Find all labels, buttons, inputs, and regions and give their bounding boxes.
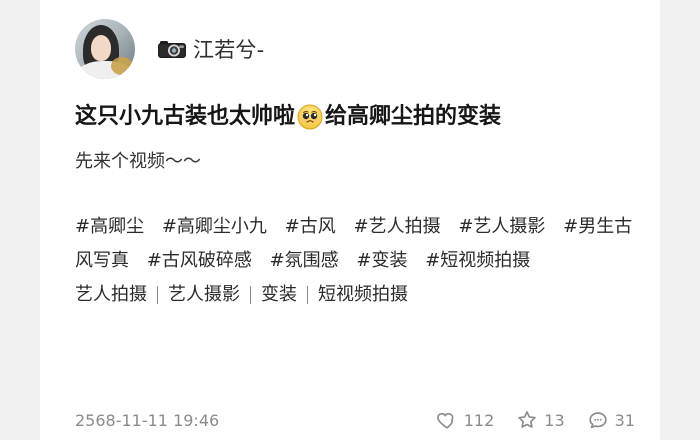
heart-icon (436, 409, 458, 431)
author-name[interactable]: 江若兮- (193, 34, 264, 64)
post-footer: 2568-11-11 19:46 112 13 31 (75, 406, 635, 434)
favorite-count: 13 (544, 410, 565, 430)
link-separator (307, 286, 308, 304)
topic-link-transformation[interactable]: 变装 (261, 278, 297, 312)
post-title-text-2: 给高卿尘拍的变装 (325, 104, 502, 129)
hashtag-artist-photography[interactable]: #艺人摄影 (458, 216, 545, 237)
hashtag-artist-shoot[interactable]: #艺人拍摄 (353, 216, 440, 237)
topic-link-short-video-shoot[interactable]: 短视频拍摄 (318, 278, 408, 312)
avatar-accent (111, 57, 133, 75)
avatar-face (91, 35, 111, 61)
topic-links: 艺人拍摄 艺人摄影 变装 短视频拍摄 (75, 278, 635, 312)
hashtag-atmosphere[interactable]: #氛围感 (270, 250, 339, 271)
post-title-text-1: 这只小九古装也太帅啦 (75, 104, 296, 129)
favorite-button[interactable]: 13 (516, 409, 565, 431)
link-separator (157, 286, 158, 304)
author-line[interactable]: 江若兮- (157, 34, 264, 64)
post-subline: 先来个视频～～ (75, 151, 201, 172)
topic-link-artist-photography[interactable]: 艺人摄影 (168, 278, 240, 312)
link-separator (250, 286, 251, 304)
post-header: 江若兮- (75, 17, 264, 81)
post-card: 江若兮- 这只小九古装也太帅啦 给高卿尘拍的变装 先来个视频～～ #高卿尘 #高… (40, 0, 660, 440)
pleading-face-emoji (297, 104, 323, 130)
hashtag-gufeng[interactable]: #古风 (285, 216, 336, 237)
hashtag-gaoqingchen-xiaojiu[interactable]: #高卿尘小九 (162, 216, 267, 237)
hashtag-transformation[interactable]: #变装 (356, 250, 407, 271)
comment-count: 31 (614, 410, 635, 430)
post-title: 这只小九古装也太帅啦 给高卿尘拍的变装 (75, 100, 635, 134)
topic-link-artist-shoot[interactable]: 艺人拍摄 (75, 278, 147, 312)
post-timestamp: 2568-11-11 19:46 (75, 410, 220, 430)
comment-icon (587, 409, 609, 431)
post-actions: 112 13 31 (436, 409, 635, 431)
like-button[interactable]: 112 (436, 409, 495, 431)
post-content: 这只小九古装也太帅啦 给高卿尘拍的变装 先来个视频～～ #高卿尘 #高卿尘小九 … (75, 100, 635, 312)
star-icon (516, 409, 538, 431)
avatar[interactable] (75, 19, 135, 79)
hashtag-short-video-shoot[interactable]: #短视频拍摄 (425, 250, 530, 271)
hashtag-list: #高卿尘 #高卿尘小九 #古风 #艺人拍摄 #艺人摄影 #男生古风写真 #古风破… (75, 210, 635, 278)
hashtag-gufeng-broken[interactable]: #古风破碎感 (147, 250, 252, 271)
like-count: 112 (463, 410, 495, 430)
hashtag-gaoqingchen[interactable]: #高卿尘 (75, 216, 144, 237)
camera-icon (157, 39, 187, 59)
comment-button[interactable]: 31 (587, 409, 635, 431)
